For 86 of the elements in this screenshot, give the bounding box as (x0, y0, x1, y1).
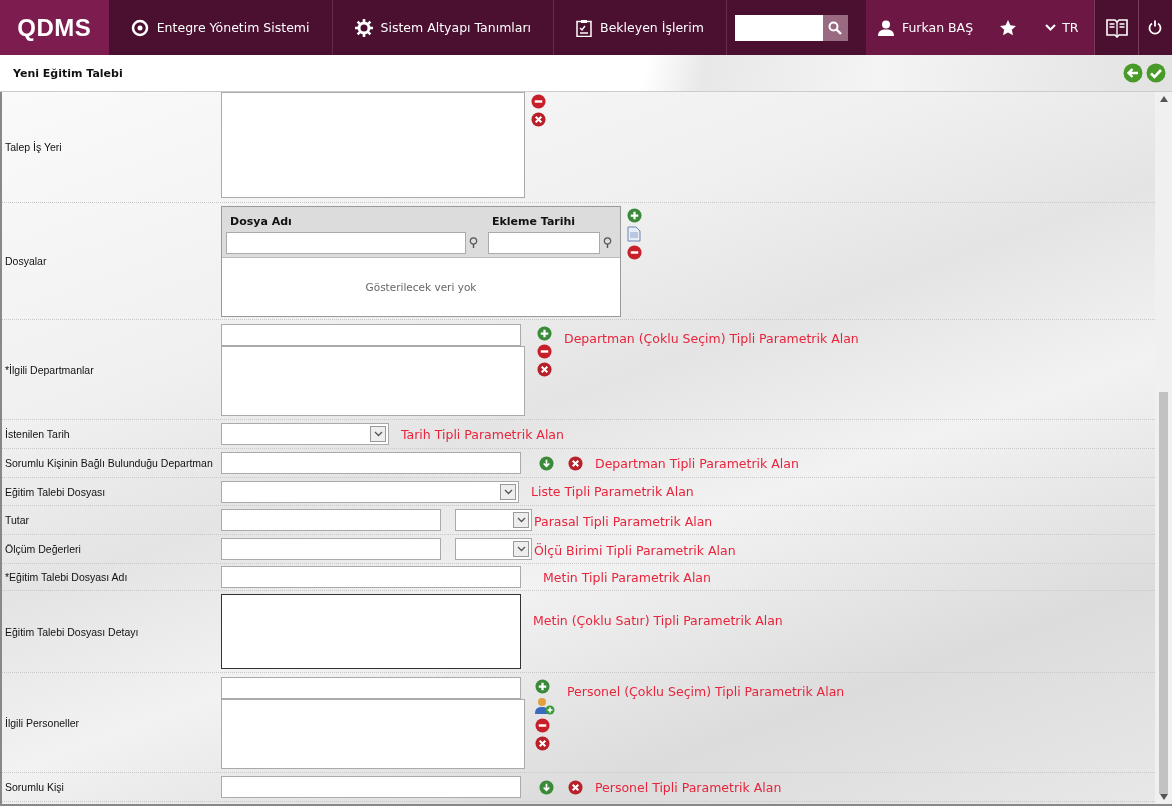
field-type-note: Ölçü Birimi Tipli Parametrik Alan (534, 542, 736, 558)
list-box[interactable] (221, 345, 525, 416)
filter-field[interactable] (488, 231, 600, 254)
nav-menu-item[interactable]: Bekleyen İşlerim (554, 0, 727, 55)
search-icon (828, 20, 843, 35)
field-type-note: Liste Tipli Parametrik Alan (531, 484, 694, 499)
field-label: Sorumlu Kişinin Bağlı Bulunduğu Departman (4, 457, 214, 469)
field-type-note: Departman (Çoklu Seçim) Tipli Parametrik Alan (564, 330, 859, 346)
power-icon (1148, 20, 1163, 35)
input-field[interactable] (221, 776, 521, 798)
field-type-note: Personel Tipli Parametrik Alan (595, 779, 782, 795)
input-field[interactable] (221, 566, 521, 588)
field-type-note: Personel (Çoklu Seçim) Tipli Parametrik Alan (567, 683, 845, 699)
back-icon[interactable] (1123, 63, 1143, 83)
column-header: Dosya Adı (229, 213, 293, 230)
field-type-note: Tarih Tipli Parametrik Alan (401, 426, 564, 442)
clipboard-icon (576, 18, 593, 37)
nav-menu-item[interactable]: Sistem Altyapı Tanımları (332, 0, 555, 55)
clear-icon[interactable] (568, 455, 583, 471)
language-button[interactable]: TR (1035, 20, 1089, 35)
input-field[interactable] (221, 509, 441, 531)
page-title: Yeni Eğitim Talebi (13, 66, 123, 80)
arrow-down-icon[interactable] (539, 455, 554, 471)
empty-message: Gösterilecek veri yok (365, 280, 477, 293)
q-logo-icon (130, 18, 149, 37)
remove-icon[interactable] (535, 717, 550, 733)
field-label: Ölçüm Değerleri (4, 543, 82, 555)
filter-icon[interactable] (603, 236, 612, 249)
field-type-note: Metin Tipli Parametrik Alan (543, 569, 711, 585)
scrollbar[interactable] (1155, 92, 1172, 804)
input-field[interactable] (221, 676, 521, 699)
field-label: Sorumlu Kişi (4, 781, 65, 793)
column-header: Ekleme Tarihi (491, 213, 577, 230)
chevron-down-icon[interactable] (503, 488, 513, 495)
search-button[interactable] (822, 14, 848, 41)
user-icon (877, 19, 894, 36)
star-icon (999, 18, 1018, 37)
field-type-note: Metin (Çoklu Satır) Tipli Parametrik Alan (533, 613, 783, 628)
field-label: Dosyalar (4, 255, 48, 267)
input-field[interactable] (221, 452, 521, 474)
settings-icon (354, 18, 373, 37)
dropdown[interactable] (455, 509, 532, 531)
help-book-button[interactable] (1094, 0, 1138, 55)
list-box[interactable] (221, 92, 525, 198)
chevron-down-icon (1045, 24, 1057, 31)
field-label: İlgili Personeller (4, 716, 81, 729)
arrow-down-icon[interactable] (539, 779, 554, 795)
nav-menu-item[interactable]: Entegre Yönetim Sistemi (108, 0, 333, 55)
logo[interactable]: QDMS (0, 0, 109, 55)
logout-button[interactable] (1137, 0, 1172, 55)
field-label: *İlgili Departmanlar (4, 363, 95, 376)
add-icon[interactable] (537, 325, 552, 341)
book-icon (1105, 17, 1128, 38)
chevron-down-icon[interactable] (373, 431, 383, 437)
person-add-icon[interactable] (535, 696, 555, 715)
add-icon[interactable] (627, 207, 642, 223)
input-field[interactable] (221, 323, 521, 346)
field-type-note: Parasal Tipli Parametrik Alan (534, 513, 713, 529)
field-label: Eğitim Talebi Dosyası Detayı (4, 625, 140, 638)
add-icon[interactable] (535, 678, 550, 694)
clear-icon[interactable] (568, 779, 583, 795)
scroll-up-icon[interactable] (1159, 96, 1168, 102)
field-type-note: Departman Tipli Parametrik Alan (595, 455, 799, 471)
list-box[interactable] (221, 698, 525, 769)
field-label: Eğitim Talebi Dosyası (4, 485, 107, 498)
remove-icon[interactable] (531, 94, 546, 109)
filter-field[interactable] (226, 231, 466, 254)
document-icon[interactable] (627, 225, 641, 242)
input-field[interactable] (221, 538, 441, 560)
clear-icon[interactable] (537, 361, 552, 377)
text-area[interactable] (221, 594, 521, 669)
chevron-down-icon[interactable] (516, 546, 526, 552)
remove-icon[interactable] (627, 244, 642, 260)
save-check-icon[interactable] (1146, 63, 1166, 83)
clear-icon[interactable] (535, 735, 550, 751)
clear-icon[interactable] (531, 112, 546, 127)
chevron-down-icon[interactable] (516, 517, 526, 523)
field-label: İstenilen Tarih (4, 428, 71, 440)
dropdown[interactable] (455, 538, 532, 560)
filter-icon[interactable] (469, 236, 478, 249)
remove-icon[interactable] (537, 343, 552, 359)
field-label: Tutar (4, 514, 31, 526)
user-name[interactable]: Furkan BAŞ (901, 20, 974, 35)
field-label: *Eğitim Talebi Dosyası Adı (4, 571, 129, 583)
search-field[interactable] (734, 14, 823, 41)
field-label: Talep İş Yeri (4, 141, 63, 153)
